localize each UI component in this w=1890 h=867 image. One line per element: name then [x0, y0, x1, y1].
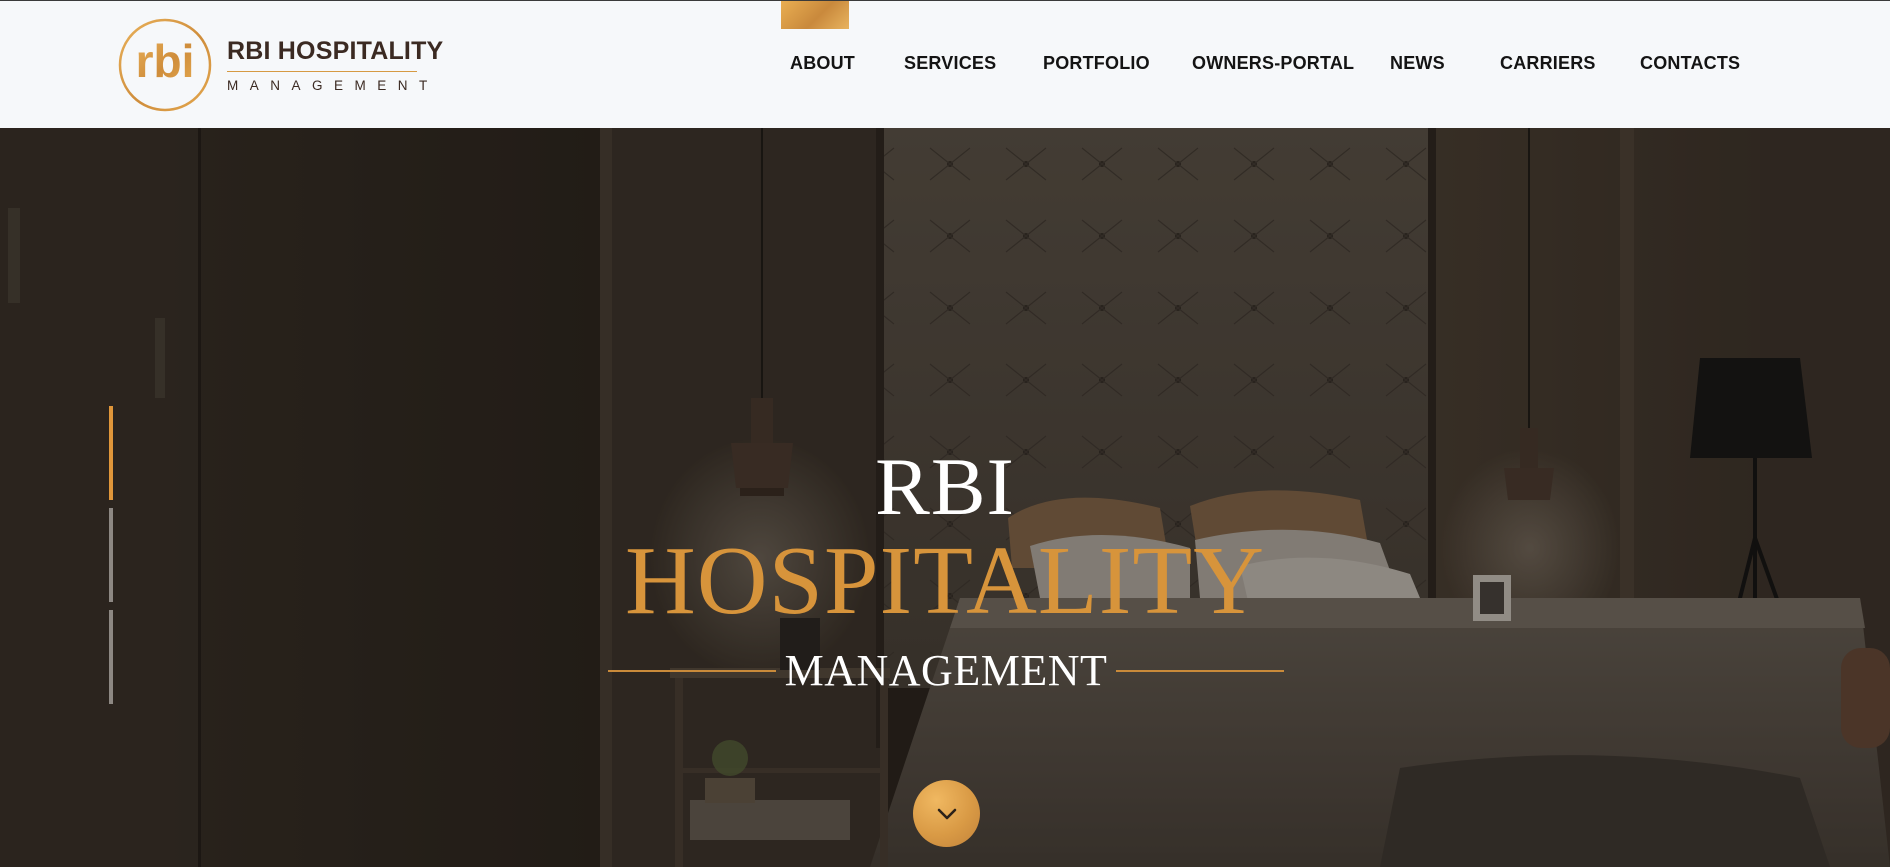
hero-subtitle-management: MANAGEMENT — [784, 646, 1108, 695]
nav-item-contacts[interactable]: CONTACTS — [1640, 53, 1740, 74]
nav-item-carriers[interactable]: CARRIERS — [1500, 53, 1596, 74]
hero-section: RBI HOSPITALITY MANAGEMENT — [0, 128, 1890, 867]
site-header: rbi RBI HOSPITALITY MANAGEMENT ABOUT SER… — [0, 0, 1890, 128]
brand-subtitle: MANAGEMENT — [227, 78, 439, 94]
hero-title-hospitality: HOSPITALITY — [624, 527, 1266, 635]
hero-subtitle-group: MANAGEMENT — [608, 646, 1284, 696]
main-nav: ABOUT SERVICES PORTFOLIO OWNERS-PORTAL N… — [0, 53, 1890, 79]
nav-active-indicator — [781, 1, 849, 29]
nav-item-services[interactable]: SERVICES — [904, 53, 996, 74]
chevron-down-icon — [937, 808, 956, 819]
hero-title-rbi: RBI — [875, 441, 1015, 532]
nav-item-about[interactable]: ABOUT — [790, 53, 855, 74]
nav-item-owners-portal[interactable]: OWNERS-PORTAL — [1192, 53, 1354, 74]
scroll-down-button[interactable] — [913, 780, 980, 847]
nav-item-portfolio[interactable]: PORTFOLIO — [1043, 53, 1150, 74]
nav-item-news[interactable]: NEWS — [1390, 53, 1445, 74]
